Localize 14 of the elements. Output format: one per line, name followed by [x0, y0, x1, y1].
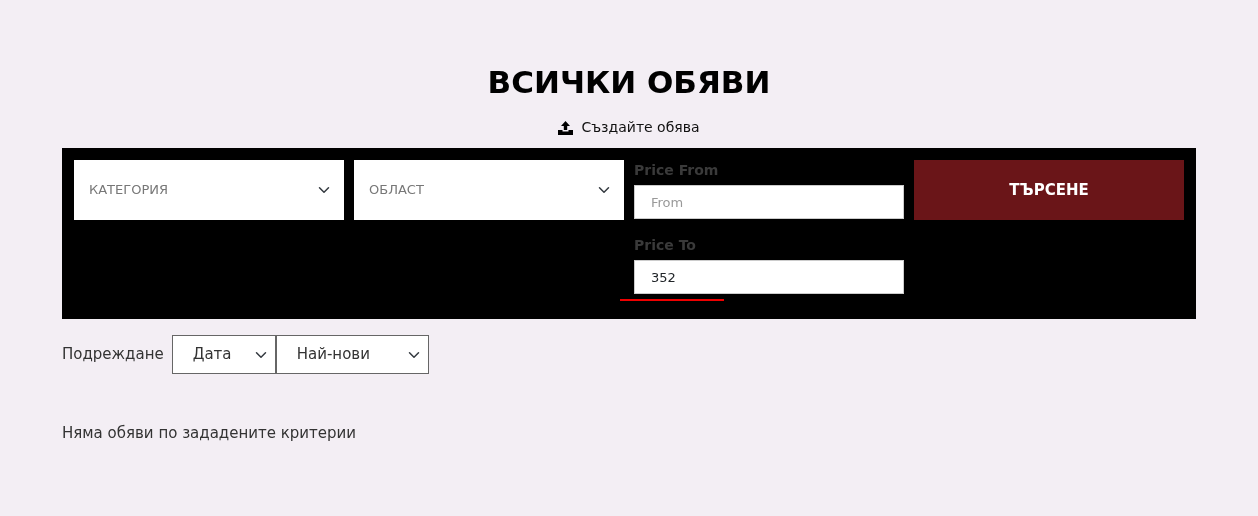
- price-from-label: Price From: [634, 161, 720, 181]
- sort-order-select[interactable]: Най-нови: [275, 335, 429, 375]
- sort-label: Подреждане: [62, 344, 164, 366]
- price-to-field[interactable]: 352: [634, 260, 904, 295]
- sort-field-select[interactable]: Дата: [171, 335, 276, 375]
- page-title: ВСИЧКИ ОБЯВИ: [486, 64, 772, 102]
- search-button[interactable]: ТЪРСЕНЕ: [914, 160, 1184, 221]
- category-select[interactable]: КАТЕГОРИЯ: [74, 160, 344, 221]
- create-listing-link[interactable]: Създайте обява: [558, 117, 700, 139]
- price-from-field[interactable]: From: [634, 185, 904, 220]
- upload-icon: [558, 120, 574, 135]
- price-to-label: Price To: [634, 236, 697, 256]
- region-select[interactable]: ОБЛАСТ: [354, 160, 624, 221]
- empty-message: Няма обяви по зададените критерии: [62, 423, 358, 445]
